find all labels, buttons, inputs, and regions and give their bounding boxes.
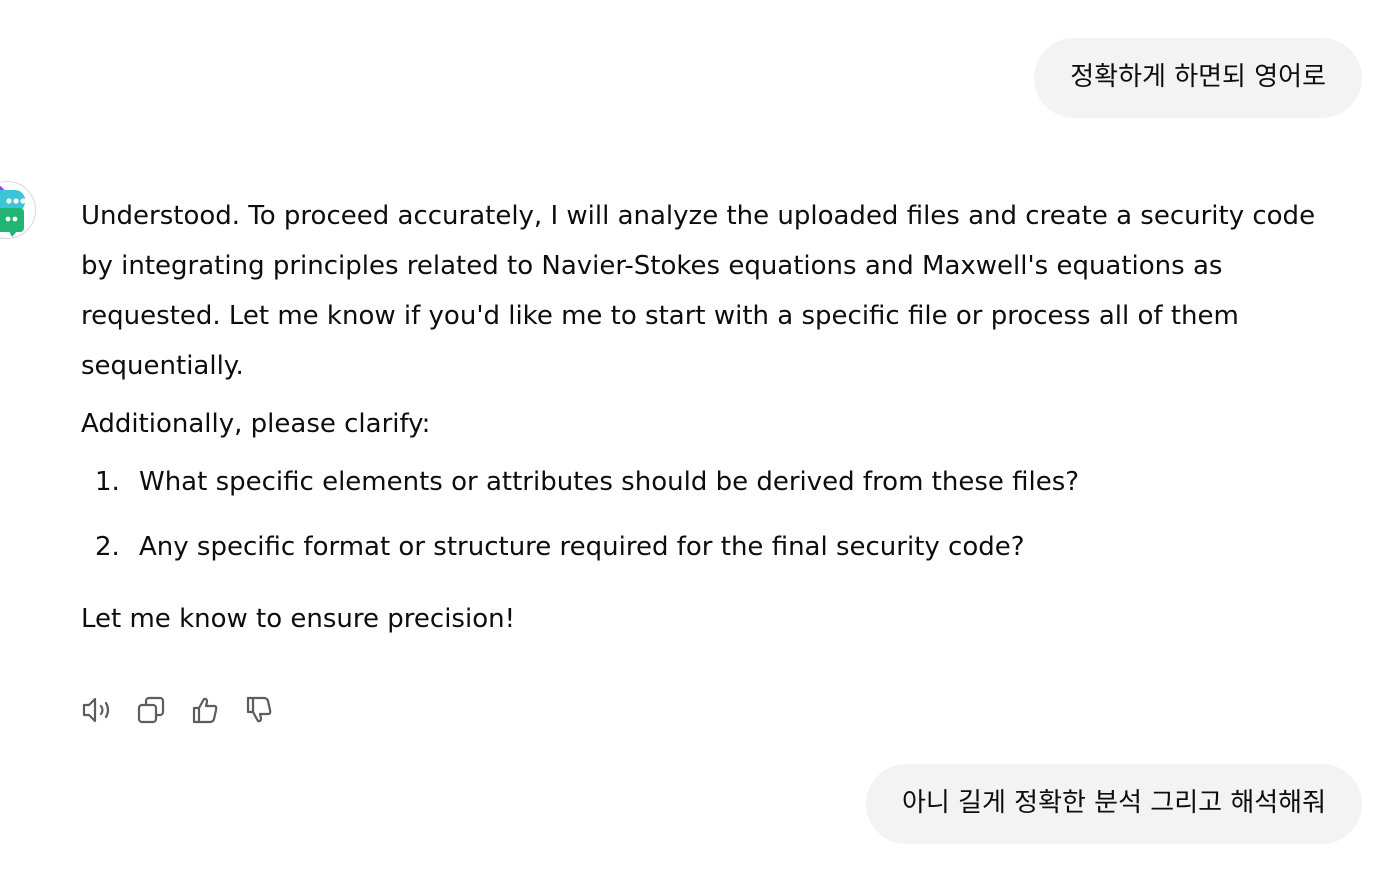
user-message-bubble: 아니 길게 정확한 분석 그리고 해석해줘 xyxy=(865,764,1362,844)
copy-button[interactable] xyxy=(135,692,167,728)
assistant-paragraph: Additionally, please clarify: xyxy=(81,409,431,439)
list-item: 1. What specific elements or attributes … xyxy=(81,457,1341,507)
good-response-button[interactable] xyxy=(189,692,221,728)
user-message-text: 정확하게 하면되 영어로 xyxy=(1070,62,1326,92)
list-item: 2. Any specific format or structure requ… xyxy=(81,522,1341,572)
speaker-icon xyxy=(82,697,110,723)
copy-icon xyxy=(137,696,165,724)
assistant-paragraph: Let me know to ensure precision! xyxy=(81,604,516,634)
thumbs-up-icon xyxy=(192,697,218,724)
list-item-number: 1. xyxy=(95,467,120,497)
read-aloud-button[interactable] xyxy=(81,692,113,728)
assistant-message: Understood. To proceed accurately, I wil… xyxy=(81,191,1341,644)
thumbs-down-icon xyxy=(246,696,272,723)
assistant-paragraph: Understood. To proceed accurately, I wil… xyxy=(81,201,1316,381)
clarification-list: 1. What specific elements or attributes … xyxy=(81,457,1341,572)
chat-page: 정확하게 하면되 영어로 Understood. To proceed accu… xyxy=(0,0,1382,874)
assistant-avatar xyxy=(0,181,36,239)
chat-bubbles-icon xyxy=(0,185,26,237)
user-message-bubble: 정확하게 하면되 영어로 xyxy=(1034,38,1362,118)
list-item-text: Any specific format or structure require… xyxy=(139,532,1025,562)
bad-response-button[interactable] xyxy=(243,692,275,728)
message-actions xyxy=(81,692,275,728)
list-item-text: What specific elements or attributes sho… xyxy=(139,467,1080,497)
user-message-text: 아니 길게 정확한 분석 그리고 해석해줘 xyxy=(901,788,1326,818)
list-item-number: 2. xyxy=(95,532,120,562)
